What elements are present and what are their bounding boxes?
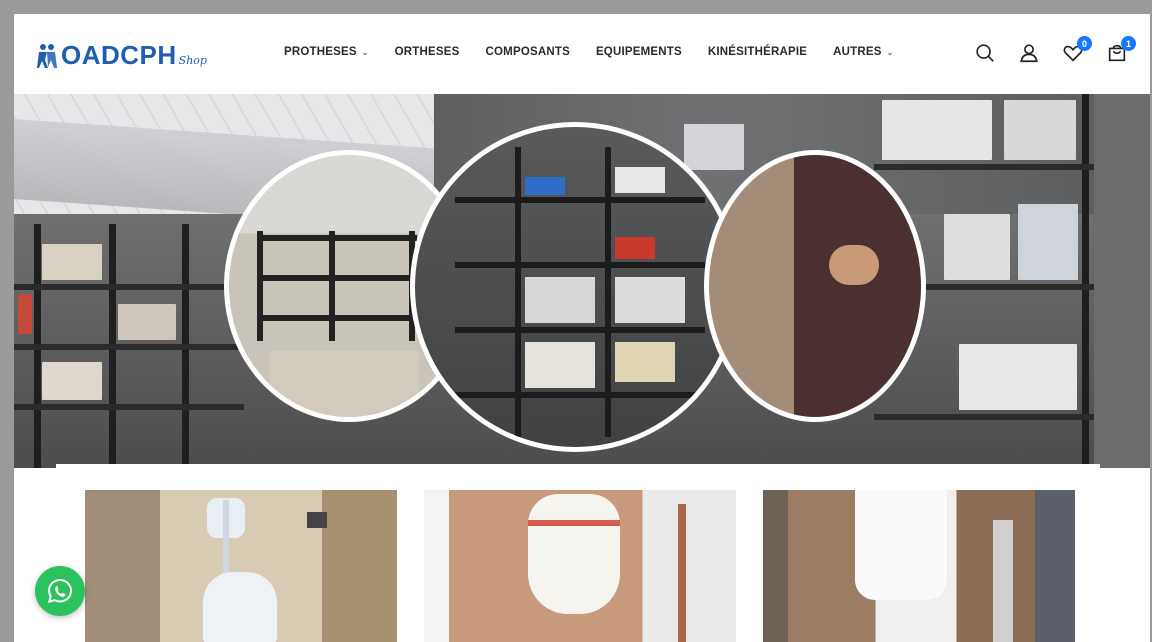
- category-card[interactable]: [424, 490, 736, 642]
- shelf-board: [14, 404, 244, 410]
- chevron-down-icon: ⌄: [886, 47, 894, 57]
- main-nav: PROTHESES ⌄ ORTHESES COMPOSANTS EQUIPEME…: [284, 46, 920, 58]
- shelf-box: [684, 124, 744, 170]
- shelf-post: [1082, 94, 1089, 468]
- search-button[interactable]: [972, 40, 998, 66]
- cart-count-badge: 1: [1121, 36, 1136, 51]
- site-header: OADCPH Shop PROTHESES ⌄ ORTHESES COMPOSA…: [14, 14, 1150, 94]
- shelf-box: [1004, 100, 1076, 160]
- wishlist-button[interactable]: 0: [1060, 36, 1092, 66]
- logo-figures-icon: [37, 43, 57, 68]
- whatsapp-icon: [47, 578, 73, 603]
- shelf-board: [14, 284, 244, 290]
- shelf-board: [14, 344, 244, 350]
- shelf-box: [882, 100, 992, 160]
- nav-label: AUTRES: [833, 46, 882, 58]
- nav-item-autres[interactable]: AUTRES ⌄: [833, 46, 893, 58]
- shelf-box: [42, 362, 102, 400]
- nav-label: ORTHESES: [394, 46, 460, 58]
- account-button[interactable]: [1016, 40, 1042, 66]
- category-card[interactable]: [763, 490, 1075, 642]
- category-cards: [14, 468, 1150, 642]
- nav-item-composants[interactable]: COMPOSANTS: [486, 46, 570, 58]
- logo-subtitle: Shop: [178, 54, 207, 67]
- whatsapp-chat-button[interactable]: [35, 566, 85, 616]
- page-frame: OADCPH Shop PROTHESES ⌄ ORTHESES COMPOSA…: [14, 14, 1150, 642]
- nav-label: COMPOSANTS: [485, 46, 570, 58]
- wishlist-count-badge: 0: [1077, 36, 1092, 51]
- nav-label: EQUIPEMENTS: [595, 46, 682, 58]
- nav-item-equipements[interactable]: EQUIPEMENTS: [596, 46, 682, 58]
- logo-text: OADCPH: [61, 40, 177, 70]
- hero-circle-shelves: [410, 122, 740, 452]
- shelf-box: [118, 304, 176, 340]
- nav-label: PROTHESES: [284, 46, 357, 58]
- hero-banner: [14, 94, 1150, 468]
- shelf-box: [42, 244, 102, 280]
- site-logo[interactable]: OADCPH Shop: [36, 40, 207, 71]
- shelf-box: [944, 214, 1010, 280]
- nav-label: KINÉSITHÉRAPIE: [707, 46, 808, 58]
- hero-circle-boards: [704, 150, 926, 422]
- search-icon: [976, 44, 994, 62]
- shelf-box: [18, 294, 32, 334]
- nav-item-ortheses[interactable]: ORTHESES: [395, 46, 460, 58]
- category-card[interactable]: [85, 490, 397, 642]
- shelf-box: [1018, 204, 1078, 280]
- shelf-side: [1094, 94, 1150, 468]
- user-icon: [1020, 44, 1038, 63]
- cart-button[interactable]: 1: [1104, 36, 1136, 66]
- nav-item-kinesitherapie[interactable]: KINÉSITHÉRAPIE: [708, 46, 807, 58]
- nav-item-protheses[interactable]: PROTHESES ⌄: [284, 46, 369, 58]
- shelf-box: [959, 344, 1077, 410]
- chevron-down-icon: ⌄: [361, 47, 369, 57]
- header-actions: 0 1: [972, 36, 1136, 66]
